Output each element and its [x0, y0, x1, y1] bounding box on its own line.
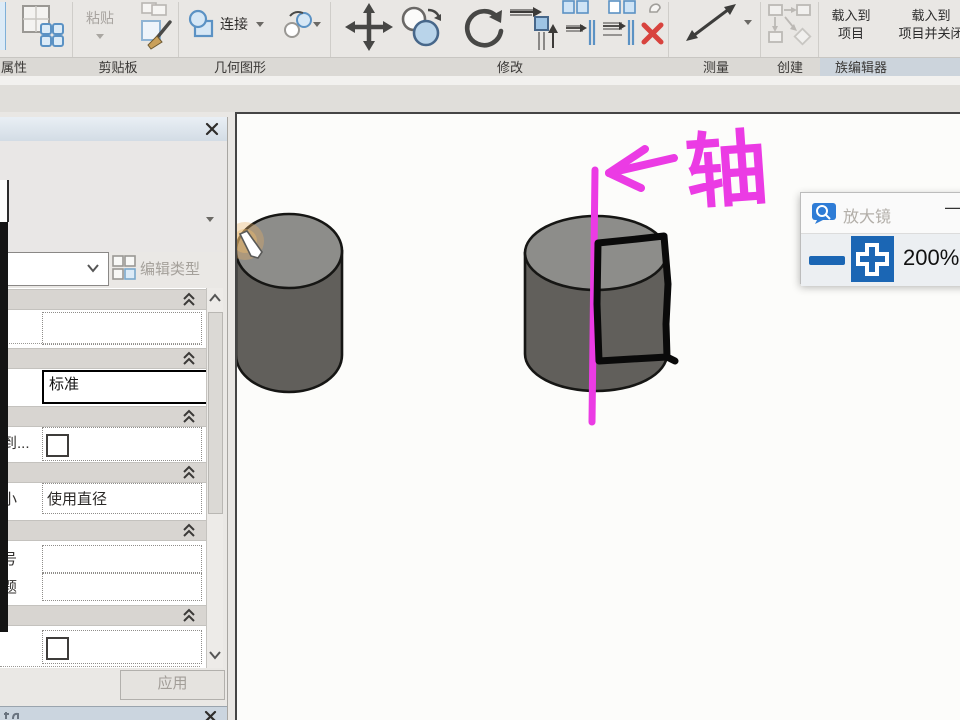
minimize-button[interactable]: —	[945, 197, 960, 218]
options-bar-lower	[0, 85, 960, 112]
axis-annotation-text: 轴	[682, 123, 770, 219]
zoom-out-button[interactable]	[809, 256, 845, 265]
trim-extend-single-icon[interactable]	[565, 18, 597, 47]
pick-host-icon[interactable]	[281, 7, 315, 41]
measure-icon[interactable]	[684, 2, 738, 44]
checkbox[interactable]	[46, 637, 69, 660]
join-label[interactable]: 连接	[220, 14, 248, 34]
load-into-project-close-button[interactable]: 载入到 项目并关闭	[886, 7, 960, 43]
combo-chevron-down-icon	[87, 264, 99, 273]
pin-shape-icon[interactable]	[648, 0, 662, 13]
options-bar	[0, 76, 960, 85]
panel-label-geometry: 几何图形	[213, 60, 266, 75]
partial-panel-icon	[0, 2, 6, 50]
magnifier-titlebar[interactable]: 放大镜 —	[801, 193, 960, 233]
property-value-cell[interactable]	[42, 573, 202, 601]
load-into-project-button[interactable]: 载入到 项目	[820, 7, 882, 43]
type-preview-area	[0, 141, 227, 252]
magnifier-controls: 200%	[801, 233, 960, 286]
panel-label-properties: 属性	[0, 60, 27, 75]
type-value-input[interactable]: 标准	[42, 370, 209, 404]
apply-button[interactable]: 应用	[120, 670, 225, 700]
close-icon[interactable]	[204, 121, 220, 137]
join-chevron-down-icon[interactable]	[256, 22, 264, 31]
trim-extend-multi-icon[interactable]	[602, 18, 636, 47]
copy-objects-icon[interactable]	[398, 3, 446, 49]
copy-icon[interactable]	[140, 1, 170, 16]
panel-scrollbar[interactable]	[206, 288, 223, 668]
measure-chevron-down-icon[interactable]	[744, 20, 752, 29]
zoom-level: 200%	[903, 245, 960, 270]
edit-type-button[interactable]: 编辑类型	[112, 253, 226, 283]
scrollbar-thumb[interactable]	[208, 312, 223, 514]
section-header[interactable]	[0, 289, 206, 310]
delete-icon[interactable]	[640, 21, 665, 46]
section-header[interactable]	[0, 462, 206, 483]
split-icon[interactable]	[608, 0, 637, 15]
match-type-brush-icon[interactable]	[140, 18, 174, 52]
trim-corner-icon[interactable]	[508, 2, 560, 52]
app-window: { "ribbon": { "sections": [ {"label": "属…	[0, 0, 960, 720]
lower-panel-titlebar[interactable]	[0, 706, 227, 720]
ribbon-panel-labels: 属性 剪贴板 几何图形 修改 测量 创建 族编辑器	[0, 57, 960, 77]
edit-type-icon	[112, 255, 136, 280]
panel-label-clipboard: 剪贴板	[98, 60, 138, 75]
type-properties-icon[interactable]	[20, 3, 66, 51]
scroll-up-button[interactable]	[207, 288, 223, 308]
checkbox[interactable]	[46, 434, 69, 457]
join-icon[interactable]	[186, 8, 218, 40]
scroll-down-button[interactable]	[207, 645, 223, 665]
row-separator	[0, 343, 200, 344]
chevron-down-icon	[96, 34, 104, 43]
property-value: 使用直径	[47, 491, 108, 508]
magnifier-window[interactable]: 放大镜 — 200%	[800, 192, 960, 286]
preview-chevron-down-icon[interactable]	[206, 217, 214, 226]
paste-label: 粘贴	[86, 10, 114, 26]
row-separator	[0, 666, 200, 667]
axis-annotation-arrow	[605, 145, 678, 192]
property-value-cell[interactable]	[42, 545, 202, 573]
section-header[interactable]	[0, 605, 206, 626]
lower-panel-close-icon[interactable]	[204, 710, 218, 720]
ribbon: 粘贴 连接 载入到 项目 载入到 项目并关闭	[0, 0, 960, 74]
property-value-cell[interactable]	[42, 312, 202, 345]
panel-label-family-editor: 族编辑器	[834, 60, 887, 75]
create-group-icon[interactable]	[766, 2, 814, 46]
zoom-in-button[interactable]	[851, 236, 894, 282]
section-header[interactable]	[0, 348, 206, 369]
pick-chevron-down-icon[interactable]	[313, 22, 321, 31]
panel-label-modify: 修改	[496, 60, 523, 75]
section-header[interactable]	[0, 520, 206, 541]
magnifier-app-icon	[812, 203, 836, 224]
edit-type-label: 编辑类型	[140, 261, 201, 278]
move-icon[interactable]	[344, 2, 394, 52]
properties-panel: 编辑类型 标准 到... 小 使用直径 号 题 应用	[0, 117, 228, 720]
property-grid: 标准 到... 小 使用直径 号 题	[0, 288, 209, 668]
paste-button[interactable]: 粘贴	[76, 8, 124, 48]
background-window-fragment	[0, 180, 9, 222]
panel-titlebar[interactable]	[0, 117, 227, 142]
magnifier-title: 放大镜	[843, 209, 892, 226]
section-header[interactable]	[0, 406, 206, 427]
panel-bar-icon	[4, 712, 19, 720]
align-icon[interactable]	[562, 0, 589, 15]
background-window-strip	[0, 222, 8, 632]
type-selector-combobox[interactable]	[0, 252, 109, 286]
rotate-icon[interactable]	[458, 4, 506, 52]
